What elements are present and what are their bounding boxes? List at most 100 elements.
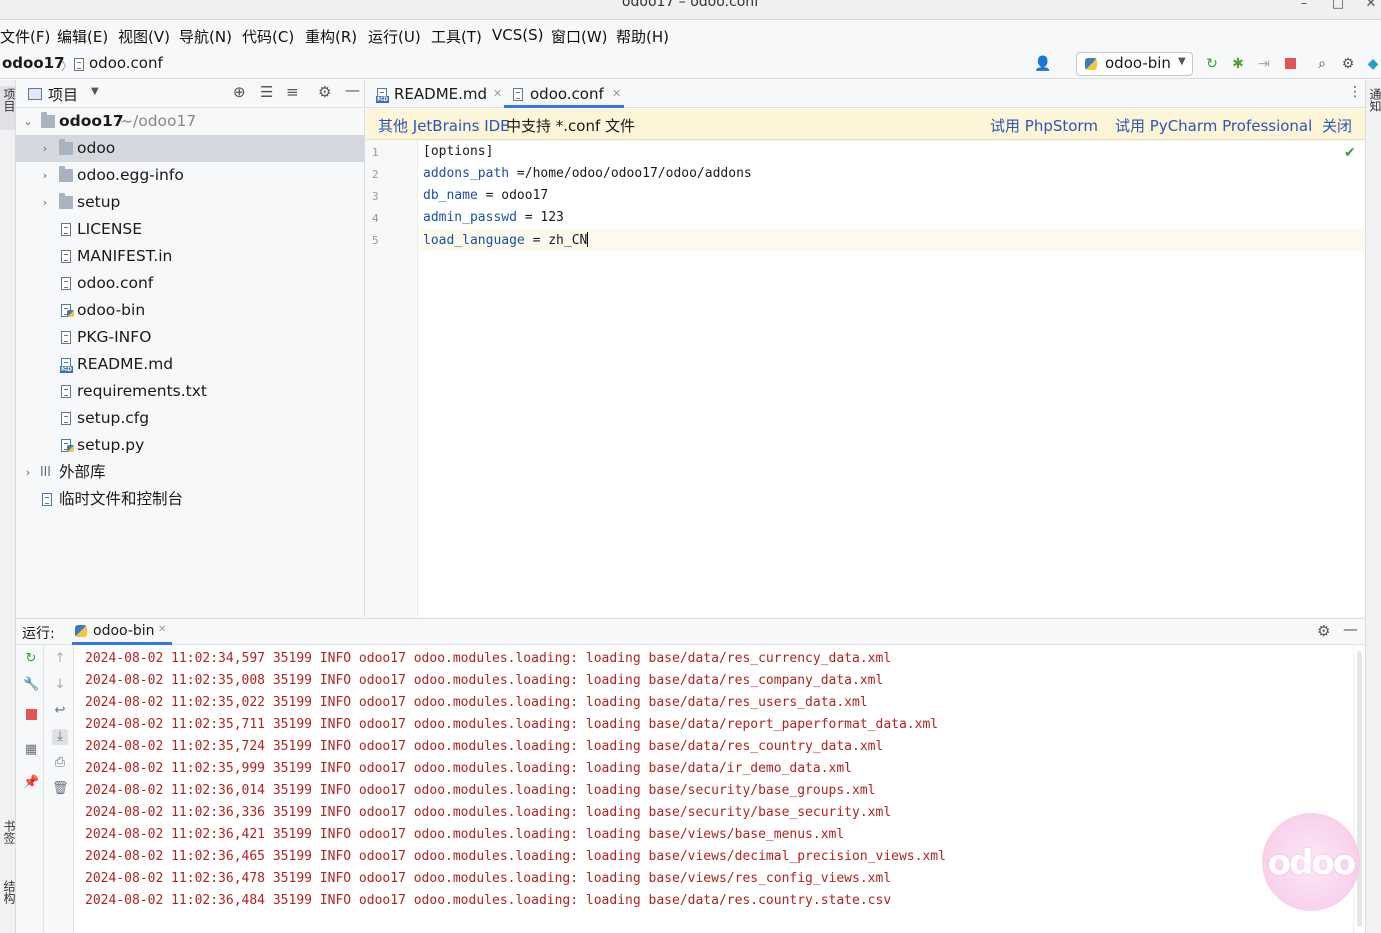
menu-view[interactable]: 视图(V) [118,26,170,47]
folder-icon [59,193,73,209]
tree-item-odoo-egg-info[interactable]: › odoo.egg-info [16,162,365,189]
layout-icon[interactable]: ▦ [23,742,39,758]
run-tab-odoo-bin[interactable]: odoo-bin ✕ [72,619,172,645]
wrench-icon[interactable]: 🔧 [23,677,39,693]
pin-icon[interactable]: 📌 [23,775,39,791]
code-value: =/home/odoo/odoo17/odoo/addons [509,166,752,181]
log-line: 2024-08-02 11:02:36,336 35199 INFO odoo1… [85,805,892,820]
banner-message-suffix: 中支持 *.conf 文件 [506,117,636,135]
tree-item-requirements[interactable]: requirements.txt [16,378,365,405]
close-tab-icon[interactable]: ✕ [493,80,502,108]
scrollbar-thumb[interactable] [1357,651,1362,927]
notifications-stripe-label[interactable]: 通知 [1367,88,1381,112]
try-phpstorm-link[interactable]: 试用 PhpStorm [990,115,1098,136]
maximize-icon[interactable]: □ [1328,0,1348,12]
odoo-watermark-logo: odoo [1262,813,1360,911]
more-options-icon[interactable]: ⋮ [1348,84,1362,100]
console-output[interactable]: 2024-08-02 11:02:34,597 35199 INFO odoo1… [74,645,1353,933]
tree-item-label: setup.cfg [77,409,150,427]
code-editor[interactable]: 1 2 3 4 5 [options] addons_path =/home/o… [366,141,1365,617]
tree-root-path: ~/odoo17 [120,112,197,130]
tab-odoo-conf[interactable]: odoo.conf ✕ [504,80,624,108]
tree-item-setup-py[interactable]: setup.py [16,432,365,459]
settings-icon[interactable]: ⚙ [1317,622,1330,640]
text-file-icon [61,331,71,344]
menu-help[interactable]: 帮助(H) [616,26,669,47]
arrow-up-icon[interactable]: ↑ [52,651,68,667]
navigation-bar: odoo17 〉 odoo.conf 👤 odoo-bin ▼ ↻ ✱ ⇥ ⌕ … [0,49,1381,79]
menu-navigate[interactable]: 导航(N) [179,26,232,47]
soft-wrap-icon[interactable]: ↩ [52,703,68,719]
console-scrollbar[interactable] [1353,645,1365,933]
tree-item-license[interactable]: LICENSE [16,216,365,243]
log-line: 2024-08-02 11:02:34,597 35199 INFO odoo1… [85,651,892,666]
stop-icon[interactable] [23,709,39,725]
tree-item-setup-folder[interactable]: › setup [16,189,365,216]
project-panel-header: 项目 ▼ ⊕ ☰ ≡ ⚙ — [16,80,365,108]
menu-vcs[interactable]: VCS(S) [492,26,543,44]
menu-run[interactable]: 运行(U) [368,26,421,47]
hide-panel-icon[interactable]: — [1343,620,1358,638]
settings-icon[interactable]: ⚙ [318,83,331,101]
python-icon [1085,58,1097,70]
breadcrumb-project[interactable]: odoo17 [2,54,65,72]
tree-item-setup-cfg[interactable]: setup.cfg [16,405,365,432]
print-icon[interactable]: ⎙ [52,755,68,771]
minimize-icon[interactable]: – [1294,0,1314,12]
hide-panel-icon[interactable]: — [345,81,360,99]
attach-icon[interactable]: ⇥ [1255,55,1273,73]
locate-icon[interactable]: ⊕ [233,83,246,101]
tree-item-odoo-conf[interactable]: odoo.conf [16,270,365,297]
tree-item-odoo-bin[interactable]: odoo-bin [16,297,365,324]
menu-file[interactable]: 文件(F) [0,26,50,47]
collapse-all-icon[interactable]: ≡ [286,83,299,101]
rerun-icon[interactable]: ↻ [1203,55,1221,73]
project-panel-title[interactable]: 项目 [48,84,78,105]
code-line: db_name = odoo17 [423,188,548,203]
tree-item-external-libraries[interactable]: › lll 外部库 [16,459,365,486]
chevron-down-icon[interactable]: ▼ [91,86,99,97]
tree-item-odoo[interactable]: › odoo [16,135,365,162]
close-tab-icon[interactable]: ✕ [158,624,166,635]
banner-close-link[interactable]: 关闭 [1322,115,1352,136]
text-caret [587,232,589,247]
python-file-icon [61,304,74,317]
breadcrumb-file[interactable]: odoo.conf [89,54,163,72]
inspection-ok-icon[interactable]: ✔ [1344,145,1356,161]
plugin-icon[interactable]: ◆ [1364,55,1381,73]
scroll-to-end-icon[interactable]: ⤓ [52,729,68,745]
arrow-down-icon[interactable]: ↓ [52,677,68,693]
right-tool-stripe: 通知 [1365,80,1381,933]
tree-item-label: 临时文件和控制台 [59,490,184,508]
menu-tools[interactable]: 工具(T) [431,26,482,47]
menu-code[interactable]: 代码(C) [242,26,294,47]
tab-readme[interactable]: MD README.md ✕ [374,80,502,108]
menu-window[interactable]: 窗口(W) [551,26,608,47]
watermark-text: odoo [1267,843,1356,883]
debug-icon[interactable]: ✱ [1229,55,1247,73]
menu-edit[interactable]: 编辑(E) [57,26,108,47]
project-stripe-button[interactable]: 项目 [0,86,16,130]
menu-refactor[interactable]: 重构(R) [305,26,357,47]
code-value: = odoo17 [477,188,549,203]
close-window-icon[interactable]: ✕ [1361,0,1381,12]
rerun-icon[interactable]: ↻ [23,651,39,667]
user-icon[interactable]: 👤 [1034,55,1052,73]
log-line: 2024-08-02 11:02:35,008 35199 INFO odoo1… [85,673,884,688]
tree-item-scratches[interactable]: 临时文件和控制台 [16,486,365,513]
tree-item-pkg-info[interactable]: PKG-INFO [16,324,365,351]
search-icon[interactable]: ⌕ [1313,55,1331,73]
tree-item-manifest[interactable]: MANIFEST.in [16,243,365,270]
settings-icon[interactable]: ⚙ [1339,55,1357,73]
run-config-selector[interactable]: odoo-bin ▼ [1076,52,1193,76]
stop-icon[interactable] [1281,55,1299,73]
expand-all-icon[interactable]: ☰ [260,83,273,101]
try-pycharm-link[interactable]: 试用 PyCharm Professional [1115,115,1312,136]
close-tab-icon[interactable]: ✕ [612,80,621,108]
line-gutter: 1 2 3 4 5 [366,141,418,617]
trash-icon[interactable]: 🗑 [52,781,69,797]
file-icon [74,58,84,71]
tree-root[interactable]: ⌄ odoo17 ~/odoo17 [16,108,365,135]
tree-item-readme[interactable]: MD README.md [16,351,365,378]
chevron-right-icon: › [42,169,48,182]
